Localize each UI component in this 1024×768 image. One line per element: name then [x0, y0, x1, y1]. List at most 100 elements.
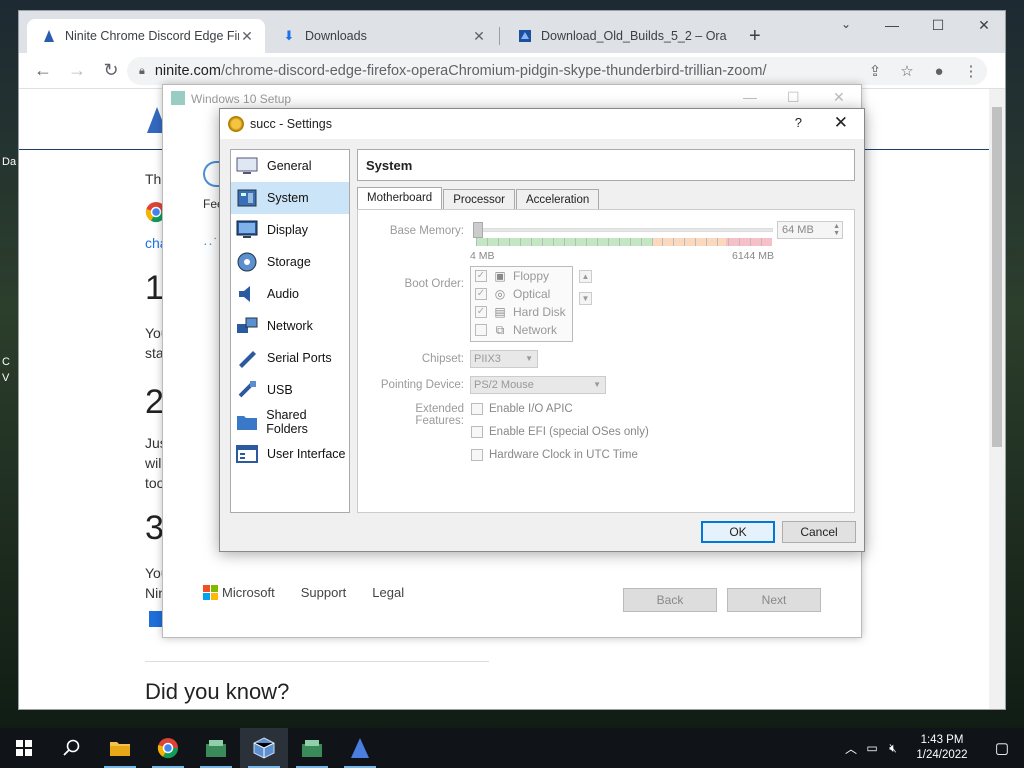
base-memory-value: 64 MB	[782, 224, 814, 236]
menu-dots-icon[interactable]: ⋮	[955, 62, 987, 80]
taskbar-vm-app-2[interactable]	[288, 728, 336, 768]
share-icon[interactable]: ⇪	[859, 62, 891, 80]
notifications-icon[interactable]: ▢	[980, 739, 1024, 757]
nav-label: User Interface	[267, 447, 346, 461]
back-button[interactable]: Back	[623, 588, 717, 612]
checkbox[interactable]: ✓	[475, 288, 487, 300]
setup-app-icon	[171, 91, 185, 105]
support-link[interactable]: Support	[301, 585, 347, 600]
boot-item-floppy[interactable]: ✓ ▣ Floppy	[471, 267, 572, 285]
move-down-button[interactable]: ▼	[579, 292, 592, 305]
close-button[interactable]: ✕	[834, 113, 848, 133]
maximize-button[interactable]: ☐	[923, 17, 953, 34]
profile-avatar-icon[interactable]: ●	[923, 63, 955, 80]
bookmark-star-icon[interactable]: ☆	[891, 62, 923, 80]
checkbox[interactable]	[475, 324, 487, 336]
cancel-button[interactable]: Cancel	[782, 521, 856, 543]
nav-item-audio[interactable]: Audio	[231, 278, 349, 310]
nav-item-system[interactable]: System	[231, 182, 349, 214]
close-window-button[interactable]: ✕	[969, 17, 999, 34]
checkbox[interactable]: ✓	[475, 270, 487, 282]
browser-tab-downloads[interactable]: ⬇ Downloads ✕	[267, 19, 497, 53]
nav-item-user-interface[interactable]: User Interface	[231, 438, 349, 470]
boot-item-hard-disk[interactable]: ✓ ▤ Hard Disk	[471, 303, 572, 321]
tab-processor[interactable]: Processor	[443, 189, 515, 209]
tab-motherboard[interactable]: Motherboard	[357, 187, 443, 209]
taskbar-virtualbox[interactable]	[240, 728, 288, 768]
network-status-icon[interactable]: ▭	[862, 741, 882, 755]
nav-item-storage[interactable]: Storage	[231, 246, 349, 278]
tab-search-icon[interactable]: ⌄	[831, 17, 861, 31]
taskbar-file-explorer[interactable]	[96, 728, 144, 768]
back-button[interactable]: ←	[29, 57, 57, 85]
url-path: /chrome-discord-edge-firefox-operaChromi…	[220, 63, 767, 79]
page-scrollbar[interactable]	[989, 89, 1005, 709]
search-button[interactable]	[48, 728, 96, 768]
chevron-down-icon: ▼	[593, 380, 601, 389]
move-up-button[interactable]: ▲	[579, 270, 592, 283]
virtualbox-icon	[517, 28, 533, 44]
motherboard-panel: Base Memory: 64 MB ▲ ▼ 4 MB 6144 MB Boot O…	[357, 209, 855, 513]
browser-tab-ninite[interactable]: Ninite Chrome Discord Edge Fire ✕	[27, 19, 265, 53]
checkbox[interactable]	[471, 426, 483, 438]
tab-title: Ninite Chrome Discord Edge Fire	[65, 29, 239, 43]
minimize-button[interactable]: —	[877, 17, 907, 33]
reload-button[interactable]: ↻	[97, 57, 125, 85]
checkbox[interactable]	[471, 403, 483, 415]
vm-app-icon	[206, 740, 226, 757]
did-you-know-heading: Did you know?	[145, 679, 290, 704]
clock[interactable]: 1:43 PM 1/24/2022	[904, 733, 980, 763]
browser-tab-virtualbox[interactable]: Download_Old_Builds_5_2 – Ora	[503, 19, 739, 53]
close-tab-icon[interactable]: ✕	[471, 28, 487, 45]
hard-disk-icon: ▤	[494, 305, 506, 319]
checkbox[interactable]: ✓	[475, 306, 487, 318]
base-memory-slider[interactable]	[473, 228, 773, 232]
nav-item-serial-ports[interactable]: Serial Ports	[231, 342, 349, 374]
tab-acceleration[interactable]: Acceleration	[516, 189, 600, 209]
volume-muted-icon[interactable]: 🔇︎	[882, 741, 904, 756]
feature-utc-clock[interactable]: Hardware Clock in UTC Time	[471, 449, 638, 461]
boot-item-optical[interactable]: ✓ ◎ Optical	[471, 285, 572, 303]
nav-item-network[interactable]: Network	[231, 310, 349, 342]
boot-item-label: Optical	[513, 287, 551, 301]
taskbar-vm-app[interactable]	[192, 728, 240, 768]
nav-item-general[interactable]: General	[231, 150, 349, 182]
download-button[interactable]	[149, 611, 163, 627]
taskbar: ︿ ▭ 🔇︎ 1:43 PM 1/24/2022 ▢	[0, 728, 1024, 768]
address-bar[interactable]: 🔒︎ ninite.com/chrome-discord-edge-firefo…	[127, 57, 987, 85]
nav-item-usb[interactable]: USB	[231, 374, 349, 406]
search-icon	[63, 739, 80, 756]
optical-icon: ◎	[494, 287, 506, 301]
serial-ports-icon	[235, 347, 259, 369]
network-boot-icon: ⧉	[495, 322, 505, 337]
base-memory-slider-thumb[interactable]	[473, 222, 483, 238]
feature-efi[interactable]: Enable EFI (special OSes only)	[471, 426, 649, 438]
forward-button[interactable]: →	[63, 57, 91, 85]
tab-title: Downloads	[305, 29, 367, 43]
close-tab-icon[interactable]: ✕	[239, 28, 255, 45]
lock-icon: 🔒︎	[139, 64, 145, 77]
feature-io-apic[interactable]: Enable I/O APIC	[471, 403, 573, 415]
next-button[interactable]: Next	[727, 588, 821, 612]
nav-item-display[interactable]: Display	[231, 214, 349, 246]
taskbar-chrome[interactable]	[144, 728, 192, 768]
memory-ticks	[476, 238, 772, 246]
nav-item-shared-folders[interactable]: Shared Folders	[231, 406, 349, 438]
new-tab-button[interactable]: +	[749, 25, 761, 48]
base-memory-spinbox[interactable]: 64 MB ▲ ▼	[777, 221, 843, 239]
taskbar-ninite[interactable]	[336, 728, 384, 768]
help-button[interactable]: ?	[795, 115, 802, 130]
ok-button[interactable]: OK	[701, 521, 775, 543]
chipset-select[interactable]: PIIX3 ▼	[470, 350, 538, 368]
system-tray: ︿ ▭ 🔇︎ 1:43 PM 1/24/2022 ▢	[840, 728, 1024, 768]
feature-label: Enable I/O APIC	[489, 403, 573, 415]
minimize-button[interactable]: —	[743, 89, 757, 105]
start-button[interactable]	[0, 728, 48, 768]
close-button[interactable]: ✕	[833, 89, 845, 106]
checkbox[interactable]	[471, 449, 483, 461]
maximize-button[interactable]: ☐	[787, 89, 800, 106]
legal-link[interactable]: Legal	[372, 585, 404, 600]
boot-item-network[interactable]: ⧉ Network	[471, 321, 572, 339]
tray-chevron-up-icon[interactable]: ︿	[840, 740, 862, 757]
pointing-device-select[interactable]: PS/2 Mouse ▼	[470, 376, 606, 394]
